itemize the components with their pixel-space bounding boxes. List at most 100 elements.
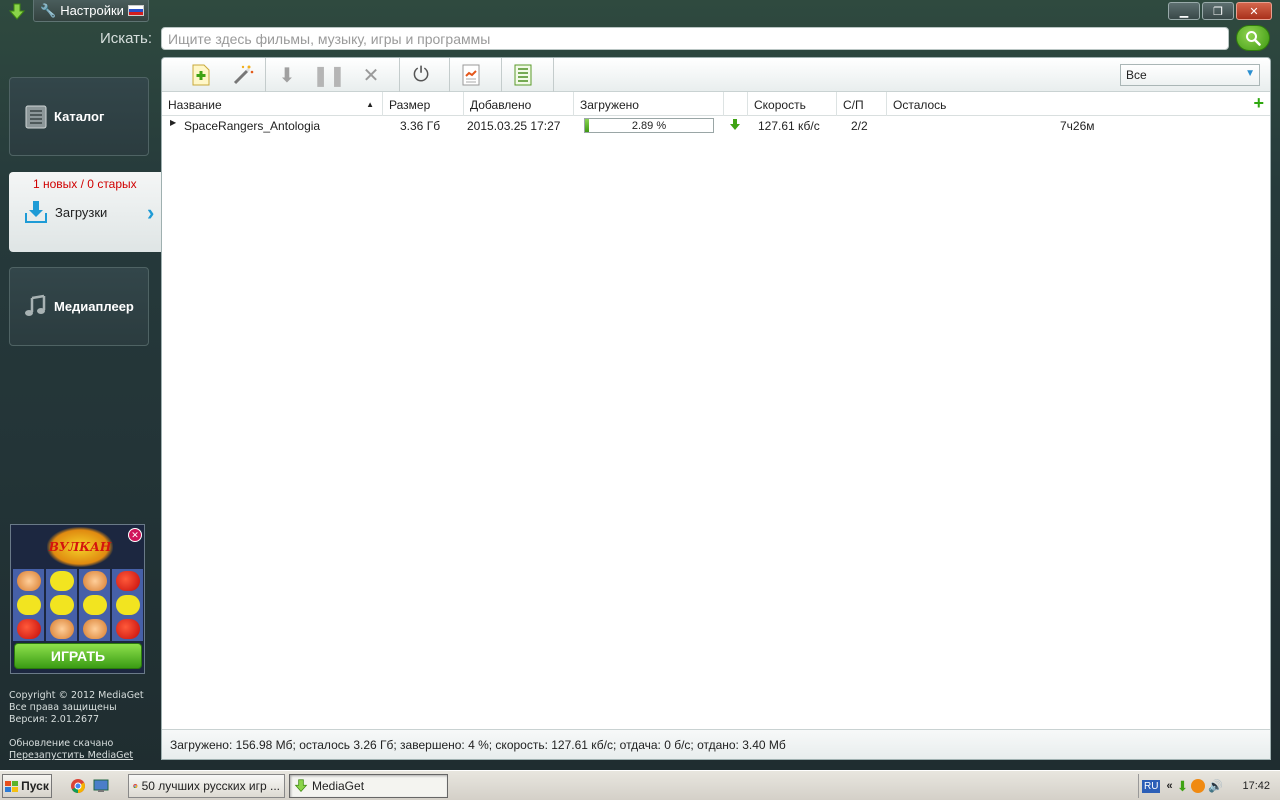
torrent-seeds-peers: 2/2 [851,119,868,133]
version-text: Версия: 2.01.2677 [9,714,100,725]
downloading-status-icon [729,118,741,134]
language-indicator[interactable]: RU [1142,779,1161,793]
report-chart-icon [462,64,480,86]
rights-text: Все права защищены [9,702,117,713]
settings-label: Настройки [60,3,124,18]
statistics-button[interactable] [450,59,492,91]
torrent-size: 3.36 Гб [400,119,441,133]
show-desktop-icon[interactable] [93,778,109,794]
clock: 17:42 [1242,780,1270,792]
mediaget-logo-icon[interactable] [4,2,30,22]
downloads-panel: ⬇ ❚❚ ✕ ⏻ Все ▼ Название ▲ Размер Добавле… [161,57,1271,760]
russian-flag-icon[interactable] [127,5,144,16]
title-bar: 🔧 Настройки ▁ ❐ ✕ [0,0,1280,24]
nav-downloads[interactable]: 1 новых / 0 старых Загрузки › [9,172,162,252]
downloads-counter: 1 новых / 0 старых [33,177,137,191]
column-header-seeds-peers[interactable]: С/П [837,92,887,116]
start-label: Пуск [21,779,49,793]
status-bar: Загружено: 156.98 Мб; осталось 3.26 Гб; … [162,729,1270,759]
magic-wand-button[interactable] [222,59,264,91]
progress-text: 2.89 % [631,120,667,132]
taskbar-item-label: MediaGet [312,779,365,793]
column-header-name[interactable]: Название ▲ [162,92,383,116]
wrench-icon: 🔧 [40,2,57,18]
system-tray: RU « ⬇ 🔊 17:42 [1138,774,1280,798]
filter-selected-value: Все [1126,68,1147,82]
ad-banner[interactable]: ВУЛКАН ✕ ИГРАТЬ [10,524,145,674]
details-list-icon [514,64,532,86]
tray-expand-icon[interactable]: « [1166,780,1172,792]
chevron-right-icon: › [147,200,155,225]
close-button[interactable]: ✕ [1236,2,1272,20]
add-file-icon [192,64,210,86]
chrome-icon [133,783,138,789]
volume-tray-icon[interactable]: 🔊 [1208,779,1223,793]
toolbar: ⬇ ❚❚ ✕ ⏻ Все ▼ [162,58,1270,92]
catalog-icon [24,104,48,130]
pause-icon: ❚❚ [312,64,346,87]
column-header-downloaded[interactable]: Загружено [574,92,724,116]
download-arrow-icon: ⬇ [278,64,296,87]
add-torrent-button[interactable] [180,59,222,91]
column-header-size[interactable]: Размер [383,92,464,116]
table-row[interactable]: ▶ SpaceRangers_Antologia 3.36 Гб 2015.03… [162,116,1270,136]
maximize-button[interactable]: ❐ [1202,2,1234,20]
restart-link[interactable]: Перезапустить MediaGet [9,750,133,761]
filter-select[interactable]: Все ▼ [1120,64,1260,86]
start-button[interactable]: Пуск [2,774,52,798]
expand-arrow-icon[interactable]: ▶ [170,118,176,127]
downloads-tray-icon [23,199,49,228]
chrome-quicklaunch-icon[interactable] [70,778,86,794]
avast-tray-icon[interactable] [1191,779,1206,793]
search-input[interactable] [161,27,1229,50]
ad-logo: ВУЛКАН [47,527,113,567]
search-icon [1246,31,1261,46]
torrent-speed: 127.61 кб/с [758,119,820,133]
sort-ascending-icon: ▲ [366,100,374,109]
windows-logo-icon [5,780,19,792]
column-header-remaining[interactable]: Осталось [887,92,1242,116]
taskbar-item-mediaget[interactable]: MediaGet [289,774,448,798]
torrent-name: SpaceRangers_Antologia [184,119,321,133]
catalog-label: Каталог [54,109,105,124]
slot-reel [13,569,44,641]
copyright-text: Copyright © 2012 MediaGet [9,690,144,701]
column-header-status[interactable] [724,92,748,116]
torrent-remaining: 7ч26м [1060,119,1095,133]
nav-mediaplayer[interactable]: Медиаплеер [9,267,149,346]
settings-button[interactable]: 🔧 Настройки [33,0,149,22]
mediaplayer-label: Медиаплеер [54,299,134,314]
music-note-icon [24,294,48,320]
downloads-label: Загрузки [55,205,108,220]
ad-close-icon[interactable]: ✕ [128,528,142,542]
chevron-down-icon: ▼ [1245,68,1255,79]
taskbar-item-chrome[interactable]: 50 лучших русских игр ... [128,774,285,798]
slot-reels [13,569,143,641]
power-icon: ⏻ [413,63,429,86]
search-button[interactable] [1236,25,1270,51]
delete-button[interactable]: ✕ [350,59,392,91]
table-header: Название ▲ Размер Добавлено Загружено Ск… [162,92,1270,116]
magic-wand-icon [233,65,254,85]
slot-reel [46,569,77,641]
column-header-added[interactable]: Добавлено [464,92,574,116]
ad-play-button[interactable]: ИГРАТЬ [14,643,142,669]
mediaget-tray-icon[interactable]: ⬇ [1177,778,1189,795]
taskbar-item-label: 50 лучших русских игр ... [141,779,280,793]
column-header-speed[interactable]: Скорость [748,92,837,116]
nav-catalog[interactable]: Каталог [9,77,149,156]
sidebar-footer: Copyright © 2012 MediaGet Все права защи… [9,690,144,762]
slot-reel [112,569,143,641]
pause-button[interactable]: ❚❚ [308,59,350,91]
taskbar: Пуск 50 лучших русских игр ... MediaGet … [0,770,1280,800]
minimize-button[interactable]: ▁ [1168,2,1200,20]
resume-button[interactable]: ⬇ [266,59,308,91]
progress-bar: 2.89 % [584,118,714,133]
slot-reel [79,569,110,641]
details-button[interactable] [502,59,544,91]
mediaget-icon [294,779,308,793]
add-column-icon[interactable]: + [1253,94,1264,112]
update-status-text: Обновление скачано [9,738,114,749]
mediaget-window: 🔧 Настройки ▁ ❐ ✕ Искать: Каталог 1 новы… [0,0,1280,770]
shutdown-button[interactable]: ⏻ [400,59,442,91]
